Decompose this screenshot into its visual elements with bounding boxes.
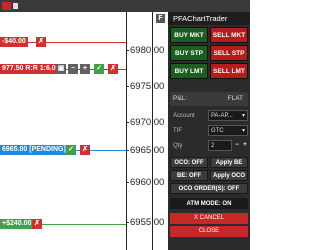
chevron-down-icon: ▾ xyxy=(241,128,245,134)
tif-value: GTC xyxy=(211,128,224,134)
oco-orders-toggle[interactable]: OCO ORDER(S): OFF xyxy=(170,183,248,194)
pl-row: P&L: FLAT xyxy=(170,92,248,106)
price-label: 6965.00 xyxy=(130,145,165,156)
trader-panel: PFAChartTrader BUY MKT SELL MKT BUY STP … xyxy=(168,12,250,250)
price-label: 6975.00 xyxy=(130,81,165,92)
buy-stp-button[interactable]: BUY STP xyxy=(170,45,208,61)
minus-button[interactable]: − xyxy=(68,64,78,74)
stop-pl-tag[interactable]: -$40.00 xyxy=(0,37,28,47)
tif-label: TIF xyxy=(173,128,182,134)
account-value: PA-AP... xyxy=(211,113,233,119)
sell-mkt-button[interactable]: SELL MKT xyxy=(210,27,248,43)
oco-toggle[interactable]: OCO: OFF xyxy=(170,157,208,168)
qty-input[interactable]: 2 xyxy=(208,140,232,151)
box-icon[interactable] xyxy=(13,3,18,9)
tif-select[interactable]: GTC ▾ xyxy=(208,125,248,136)
qty-minus-button[interactable]: − xyxy=(233,140,241,151)
account-select[interactable]: PA-AP... ▾ xyxy=(208,110,248,121)
tick xyxy=(126,86,129,87)
pl-value: FLAT xyxy=(227,95,243,102)
be-toggle[interactable]: BE: OFF xyxy=(170,170,208,181)
cancel-icon[interactable]: ✗ xyxy=(108,64,118,74)
target-pl-tag[interactable]: +$240.00 xyxy=(0,219,34,229)
check-icon[interactable]: ✓ xyxy=(94,64,104,74)
tick xyxy=(126,122,129,123)
plus-button[interactable]: + xyxy=(80,64,90,74)
chevron-down-icon: ▾ xyxy=(241,113,245,119)
cancel-icon[interactable]: ✗ xyxy=(80,145,90,155)
price-label: 6980.00 xyxy=(130,45,165,56)
tick xyxy=(126,182,129,183)
tick xyxy=(126,50,129,51)
buy-mkt-button[interactable]: BUY MKT xyxy=(170,27,208,43)
qty-value: 2 xyxy=(211,143,215,149)
qty-label: Qty xyxy=(173,143,183,149)
close-button[interactable]: CLOSE xyxy=(170,226,248,237)
qty-plus-button[interactable]: + xyxy=(241,140,249,151)
cancel-icon[interactable]: ✗ xyxy=(36,37,46,47)
price-label: 6960.00 xyxy=(130,177,165,188)
sell-stp-button[interactable]: SELL STP xyxy=(210,45,248,61)
apply-oco-button[interactable]: Apply OCO xyxy=(210,170,248,181)
price-label: 6955.00 xyxy=(130,217,165,228)
sell-lmt-button[interactable]: SELL LMT xyxy=(210,63,248,79)
buy-lmt-button[interactable]: BUY LMT xyxy=(170,63,208,79)
rr-tag[interactable]: 977.50 R:R 1:6.00 xyxy=(0,64,62,74)
atm-mode-toggle[interactable]: ATM MODE: ON xyxy=(170,198,248,209)
lock-icon[interactable]: ▣ xyxy=(56,64,66,74)
check-icon[interactable]: ✓ xyxy=(66,145,76,155)
pending-tag[interactable]: 6965.00 [PENDING] xyxy=(0,145,68,155)
panel-title: PFAChartTrader xyxy=(168,12,250,25)
x-cancel-button[interactable]: X CANCEL xyxy=(170,213,248,224)
chart-toolbar xyxy=(0,0,250,12)
price-axis-line xyxy=(126,12,127,250)
price-label: 6970.00 xyxy=(130,117,165,128)
record-icon[interactable] xyxy=(2,2,11,10)
pl-label: P&L: xyxy=(173,95,188,102)
f-button[interactable]: F xyxy=(156,14,165,23)
cancel-icon[interactable]: ✗ xyxy=(32,219,42,229)
account-label: Account xyxy=(173,113,195,119)
tick xyxy=(126,150,129,151)
tick xyxy=(126,222,129,223)
apply-be-button[interactable]: Apply BE xyxy=(210,157,248,168)
